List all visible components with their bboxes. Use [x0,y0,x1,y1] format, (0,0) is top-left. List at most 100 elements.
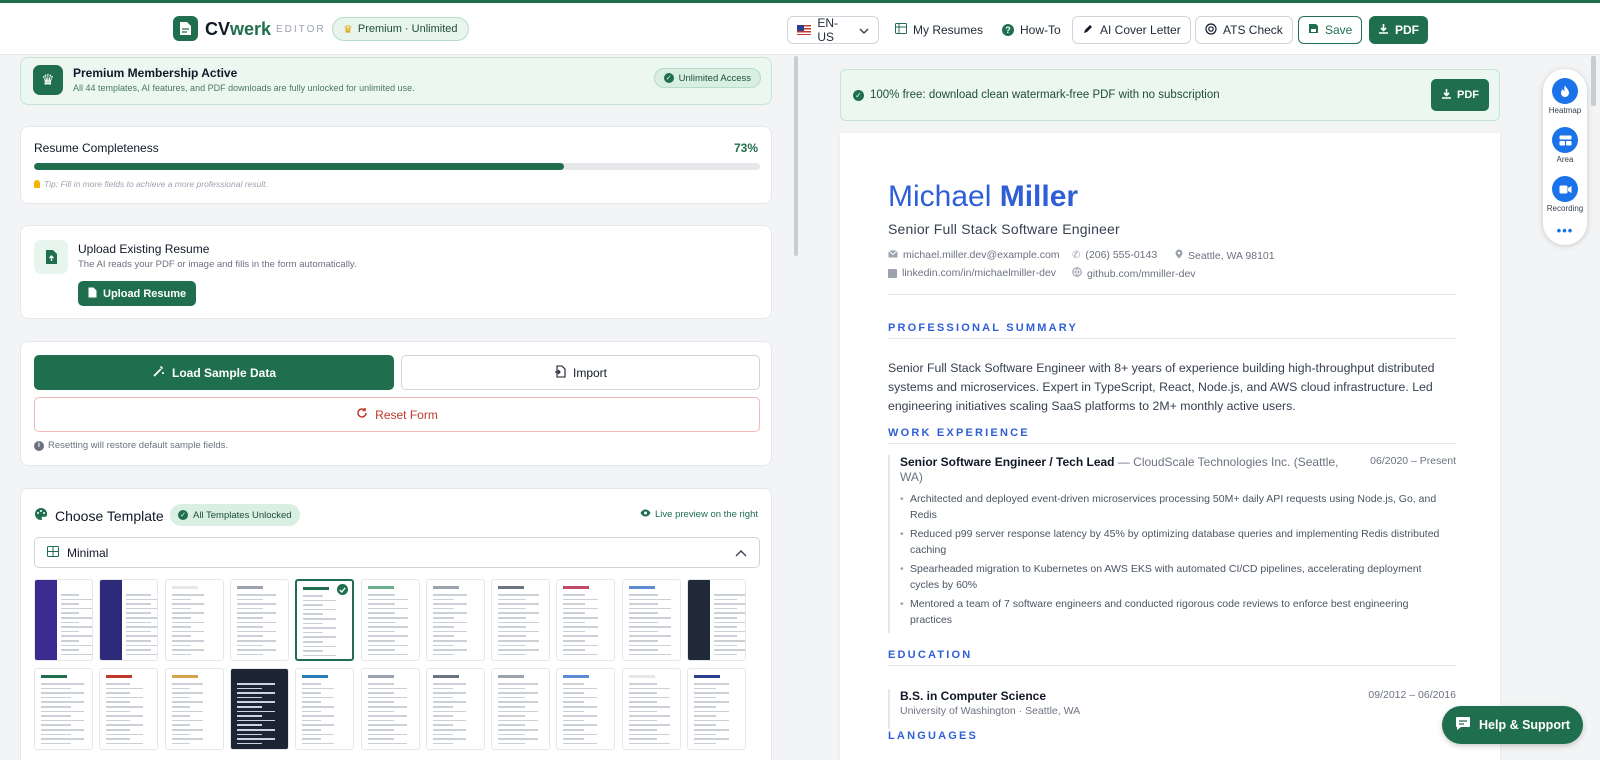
template-thumbnail[interactable] [425,579,485,661]
contact-github: github.com/mmiller-dev [1072,267,1196,280]
file-upload-icon [34,240,68,274]
my-resumes-link[interactable]: My Resumes [886,16,992,44]
import-button[interactable]: Import [401,355,760,390]
membership-subtitle: All 44 templates, AI features, and PDF d… [73,83,415,93]
heatmap-tool[interactable]: Heatmap [1543,78,1587,115]
app-header: CVwerk EDITOR ♛ Premium · Unlimited EN-U… [0,3,1600,55]
template-thumbnail[interactable] [491,668,551,750]
template-thumbnail[interactable] [360,579,420,661]
eye-icon [640,509,651,520]
languages-heading: LANGUAGES [888,730,979,742]
upload-subtitle: The AI reads your PDF or image and fills… [78,259,357,270]
info-icon: i [34,440,44,451]
template-thumbnail[interactable] [556,579,616,661]
template-thumbnail[interactable] [34,668,93,750]
logo-icon[interactable] [173,16,198,41]
download-icon [1378,23,1389,37]
magic-wand-icon [152,365,165,381]
grid-icon [895,23,907,37]
refresh-icon [356,407,368,422]
free-download-text: ✓ 100% free: download clean watermark-fr… [853,89,1220,101]
upload-card: Upload Existing Resume The AI reads your… [20,225,772,319]
selected-check-icon [337,584,349,595]
template-thumbnail[interactable] [295,579,355,661]
template-thumbnail[interactable] [99,668,159,750]
more-tools-icon[interactable]: ••• [1543,223,1587,238]
us-flag-icon [797,25,812,35]
crown-icon: ♛ [343,23,353,36]
template-thumbnail[interactable] [229,668,289,750]
template-thumbnail[interactable] [99,579,159,661]
upload-title: Upload Existing Resume [78,242,210,256]
chat-icon [1455,716,1471,734]
chevron-up-icon [735,546,747,560]
education-heading: EDUCATION [888,649,973,661]
load-sample-data-button[interactable]: Load Sample Data [34,355,394,390]
template-thumbnail[interactable] [687,579,746,661]
linkedin-icon [888,268,897,278]
template-thumbnail[interactable] [491,579,551,661]
summary-text: Senior Full Stack Software Engineer with… [888,361,1435,413]
recording-tool[interactable]: Recording [1543,176,1587,213]
ai-cover-letter-button[interactable]: AI Cover Letter [1072,16,1191,44]
contact-location: Seattle, WA 98101 [1175,249,1275,262]
template-thumbnail[interactable] [621,668,681,750]
template-thumbnail[interactable] [621,579,681,661]
template-thumbnail[interactable] [229,579,289,661]
download-pdf-button[interactable]: PDF [1369,16,1428,44]
check-circle-icon: ✓ [178,510,188,520]
ats-check-button[interactable]: ATS Check [1195,16,1293,44]
help-circle-icon: ? [1002,24,1014,36]
map-pin-icon [1175,249,1183,262]
save-icon [1308,23,1319,37]
upload-resume-button[interactable]: Upload Resume [78,281,197,306]
template-thumbnail[interactable] [425,668,485,750]
completeness-percent: 73% [733,141,758,155]
template-thumbnail[interactable] [687,668,746,750]
templates-unlocked-badge: ✓ All Templates Unlocked [170,504,300,526]
language-select[interactable]: EN-US [787,16,879,44]
live-preview-hint: Live preview on the right [640,509,758,520]
file-import-icon [554,364,566,381]
how-to-link[interactable]: ? How-To [993,16,1070,44]
education-date: 09/2012 – 06/2016 [1368,689,1456,701]
template-category-select[interactable]: Minimal [34,537,760,568]
template-thumbnail[interactable] [360,668,420,750]
template-thumbnail[interactable] [164,668,224,750]
pen-icon [1082,23,1094,38]
list-item: Architected and deployed event-driven mi… [900,491,1448,523]
target-icon [1205,22,1217,38]
premium-badge: ♛ Premium · Unlimited [332,17,469,41]
template-thumbnail[interactable] [556,668,616,750]
banner-pdf-button[interactable]: PDF [1431,79,1489,111]
save-button[interactable]: Save [1298,16,1363,44]
degree: B.S. in Computer Science [900,689,1047,703]
globe-icon [1072,267,1082,280]
chevron-down-icon [859,23,869,37]
list-item: Mentored a team of 7 software engineers … [900,596,1448,628]
help-support-button[interactable]: Help & Support [1442,706,1583,744]
crown-icon: ♛ [33,65,63,95]
page-scrollbar[interactable] [1591,56,1596,106]
resume-name: Michael Miller [888,180,1079,213]
download-icon [1441,88,1452,102]
template-thumbnail[interactable] [164,579,224,661]
left-panel-scrollbar[interactable] [794,56,798,256]
free-download-banner: ✓ 100% free: download clean watermark-fr… [840,69,1500,121]
layout-icon [1552,127,1578,153]
membership-banner: ♛ Premium Membership Active All 44 templ… [20,57,772,105]
list-item: Reduced p99 server response latency by 4… [900,526,1448,558]
job-title: Senior Software Engineer / Tech Lead — C… [900,455,1339,484]
palette-icon [34,507,48,524]
area-tool[interactable]: Area [1543,127,1587,164]
template-thumbnail[interactable] [295,668,355,750]
logo-text[interactable]: CVwerk [205,19,271,40]
actions-card: Load Sample Data Import Reset Form i Res… [20,341,772,466]
membership-title: Premium Membership Active [73,66,238,80]
education-divider [888,665,1456,666]
flame-icon [1552,78,1578,104]
job-bullets: Architected and deployed event-driven mi… [900,491,1448,631]
reset-form-button[interactable]: Reset Form [34,397,760,432]
template-thumbnail[interactable] [34,579,93,661]
reset-note: i Resetting will restore default sample … [34,440,228,451]
